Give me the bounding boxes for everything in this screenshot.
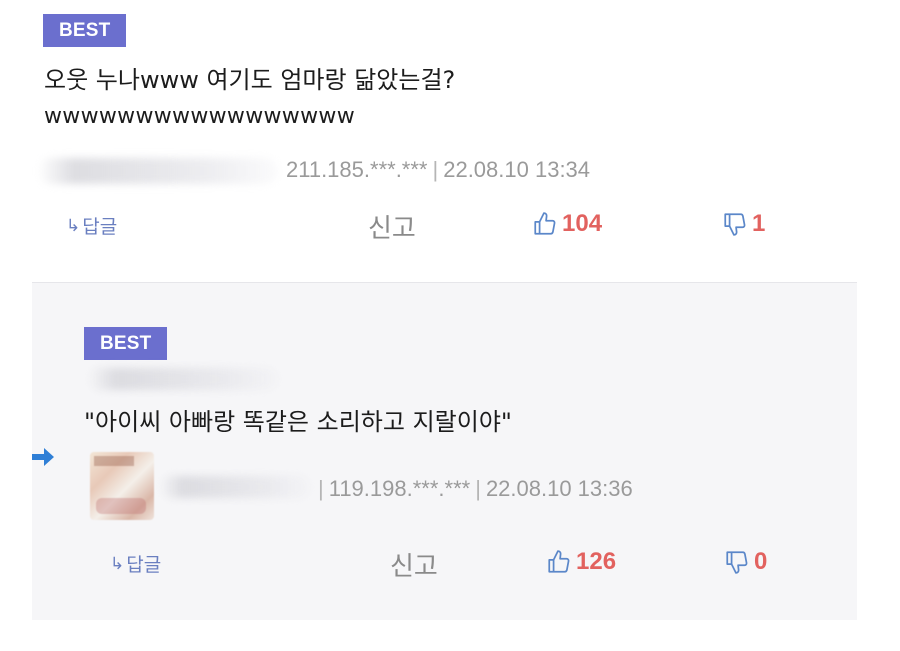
comment-meta: 211.185.***.*** | 22.08.10 13:34: [286, 157, 590, 183]
reply-label: 답글: [82, 216, 118, 238]
meta-separator: |: [432, 157, 439, 182]
reply-report-button[interactable]: 신고: [390, 546, 438, 583]
comment-text-line-1: 오웃 누나www 여기도 엄마랑 닮았는걸?: [44, 66, 456, 94]
avatar: [90, 452, 154, 520]
meta-separator: |: [475, 476, 481, 501]
thumbs-up-icon: [548, 550, 570, 573]
reply-ip: 119.198.***.***: [328, 476, 471, 501]
meta-separator: |: [318, 476, 324, 501]
report-button[interactable]: 신고: [368, 208, 416, 245]
reply-dislike-button[interactable]: 0: [724, 548, 767, 576]
comment-ip: 211.185.***.***: [286, 157, 428, 182]
comment-text-line-2: wwwwwwwwwwwwwwwww: [44, 104, 355, 129]
reply-text: "아이씨 아빠랑 똑같은 소리하고 지랄이야": [84, 408, 512, 436]
reply-dislike-count: 0: [754, 548, 768, 575]
reply-arrow-icon: ↳: [66, 215, 81, 236]
dislike-button[interactable]: 1: [722, 210, 765, 238]
masked-reply-username: [88, 368, 278, 390]
reply-label: 답글: [126, 554, 162, 576]
thumbs-down-icon: [724, 213, 746, 236]
comment-date: 22.08.10 13:34: [443, 157, 591, 182]
reply-arrow-icon: ↳: [110, 553, 125, 574]
reply-like-button[interactable]: 126: [546, 548, 616, 576]
reply-reply-button[interactable]: ↳ 답글: [110, 550, 161, 577]
masked-username: [38, 158, 278, 184]
best-comment: BEST 오웃 누나www 여기도 엄마랑 닮았는걸? wwwwwwwwwwww…: [0, 0, 900, 282]
reply-button[interactable]: ↳ 답글: [66, 212, 117, 239]
reply-like-count: 126: [576, 548, 617, 575]
masked-reply-nickname: [160, 476, 310, 498]
reply-best-badge: BEST: [84, 327, 168, 360]
thumbs-up-icon: [534, 212, 556, 235]
dislike-count: 1: [752, 210, 766, 237]
like-count: 104: [562, 210, 603, 237]
reply-meta: | 119.198.***.*** | 22.08.10 13:36: [318, 476, 633, 502]
best-badge: BEST: [43, 14, 127, 47]
like-button[interactable]: 104: [532, 210, 602, 238]
reply-date: 22.08.10 13:36: [485, 476, 633, 501]
right-arrow-icon: [32, 448, 54, 466]
thumbs-down-icon: [726, 551, 748, 574]
